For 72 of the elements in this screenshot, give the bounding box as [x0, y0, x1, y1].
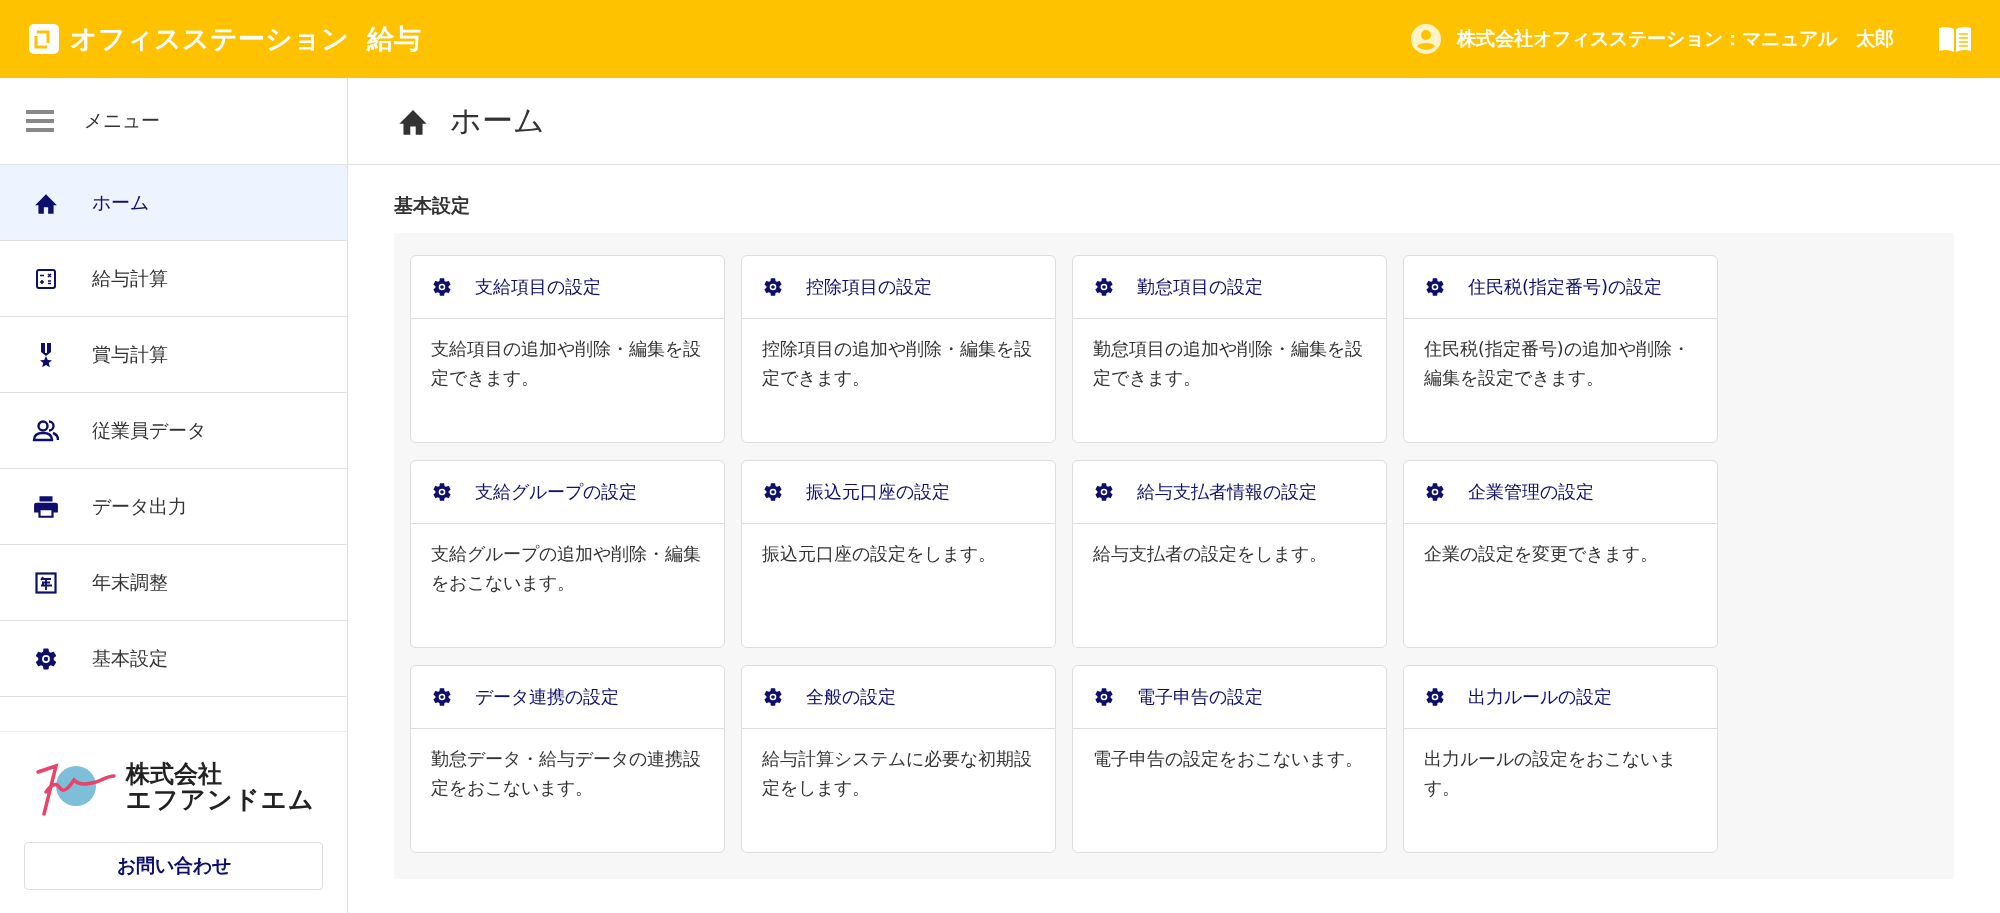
settings-card[interactable]: 住民税(指定番号)の設定 住民税(指定番号)の追加や削除・編集を設定できます。 [1403, 255, 1718, 443]
card-title[interactable]: 勤怠項目の設定 [1137, 275, 1263, 299]
card-title[interactable]: 支給グループの設定 [475, 480, 637, 504]
page-title: ホーム [450, 101, 545, 140]
settings-icon [431, 686, 453, 708]
settings-icon [762, 481, 784, 503]
card-description: 給与計算システムに必要な初期設定をします。 [761, 748, 1033, 800]
sidebar-item[interactable]: ホーム [0, 165, 347, 241]
card-description: 住民税(指定番号)の追加や削除・編集を設定できます。 [1423, 338, 1691, 390]
card-description: 勤怠データ・給与データの連携設定をおこないます。 [430, 748, 702, 800]
settings-card[interactable]: 控除項目の設定 控除項目の追加や削除・編集を設定できます。 [741, 255, 1056, 443]
settings-icon [431, 276, 453, 298]
product-name: 給与 [367, 22, 421, 56]
card-title[interactable]: 住民税(指定番号)の設定 [1468, 275, 1663, 299]
contact-button[interactable]: お問い合わせ [24, 842, 323, 890]
card-description: 控除項目の追加や削除・編集を設定できます。 [761, 338, 1033, 390]
settings-card[interactable]: 全般の設定 給与計算システムに必要な初期設定をします。 [741, 665, 1056, 853]
section-title: 基本設定 [394, 193, 471, 218]
settings-icon [762, 276, 784, 298]
people-icon [32, 418, 60, 443]
card-title[interactable]: 出力ルールの設定 [1468, 685, 1612, 709]
card-description: 給与支払者の設定をします。 [1092, 543, 1328, 566]
company-name: エフアンドエム [126, 787, 315, 814]
card-description: 振込元口座の設定をします。 [761, 543, 997, 566]
settings-icon [1093, 481, 1115, 503]
app-logo-icon [28, 23, 60, 55]
settings-icon [1093, 686, 1115, 708]
card-description: 電子申告の設定をおこないます。 [1092, 748, 1364, 771]
settings-icon [1093, 276, 1115, 298]
printer-icon [33, 494, 59, 519]
settings-card[interactable]: 支給項目の設定 支給項目の追加や削除・編集を設定できます。 [410, 255, 725, 443]
sidebar-item[interactable]: 賞与計算 [0, 317, 347, 393]
settings-card[interactable]: 勤怠項目の設定 勤怠項目の追加や削除・編集を設定できます。 [1072, 255, 1387, 443]
settings-card[interactable]: 電子申告の設定 電子申告の設定をおこないます。 [1072, 665, 1387, 853]
card-title[interactable]: 企業管理の設定 [1468, 480, 1594, 504]
card-title[interactable]: 振込元口座の設定 [806, 480, 950, 504]
user-avatar-icon[interactable] [1411, 24, 1441, 54]
sidebar-item[interactable]: 年末調整 [0, 545, 347, 621]
card-title[interactable]: 控除項目の設定 [806, 275, 932, 299]
card-description: 勤怠項目の追加や削除・編集を設定できます。 [1092, 338, 1364, 390]
card-description: 出力ルールの設定をおこないます。 [1423, 748, 1677, 800]
card-title[interactable]: データ連携の設定 [475, 685, 619, 709]
settings-card[interactable]: 企業管理の設定 企業の設定を変更できます。 [1403, 460, 1718, 648]
settings-icon [1424, 481, 1446, 503]
settings-card[interactable]: 出力ルールの設定 出力ルールの設定をおこないます。 [1403, 665, 1718, 853]
settings-card[interactable]: 支給グループの設定 支給グループの追加や削除・編集をおこないます。 [410, 460, 725, 648]
sidebar-item[interactable]: 従業員データ [0, 393, 347, 469]
card-title[interactable]: 全般の設定 [806, 685, 896, 709]
user-name: 株式会社オフィスステーション：マニュアル 太郎 [1457, 26, 1894, 51]
settings-icon [762, 686, 784, 708]
card-description: 支給グループの追加や削除・編集をおこないます。 [430, 543, 702, 595]
settings-card[interactable]: 給与支払者情報の設定 給与支払者の設定をします。 [1072, 460, 1387, 648]
settings-card[interactable]: データ連携の設定 勤怠データ・給与データの連携設定をおこないます。 [410, 665, 725, 853]
settings-card[interactable]: 振込元口座の設定 振込元口座の設定をします。 [741, 460, 1056, 648]
sidebar-item[interactable]: データ出力 [0, 469, 347, 545]
settings-icon [1424, 686, 1446, 708]
menu-icon[interactable] [26, 109, 54, 133]
card-description: 企業の設定を変更できます。 [1423, 543, 1659, 566]
manual-book-icon[interactable] [1938, 26, 1972, 52]
settings-icon [1424, 276, 1446, 298]
card-title[interactable]: 電子申告の設定 [1137, 685, 1263, 709]
sidebar-item[interactable]: 基本設定 [0, 621, 347, 697]
sidebar-item[interactable]: 給与計算 [0, 241, 347, 317]
app-name: オフィスステーション [70, 22, 349, 56]
card-title[interactable]: 支給項目の設定 [475, 275, 601, 299]
card-description: 支給項目の追加や削除・編集を設定できます。 [430, 338, 702, 390]
calendar-year-icon [35, 571, 57, 594]
calculator-icon [34, 266, 58, 291]
company-name: 株式会社 [126, 762, 223, 788]
settings-icon [431, 481, 453, 503]
card-title[interactable]: 給与支払者情報の設定 [1137, 480, 1317, 504]
menu-label: メニュー [84, 108, 160, 133]
